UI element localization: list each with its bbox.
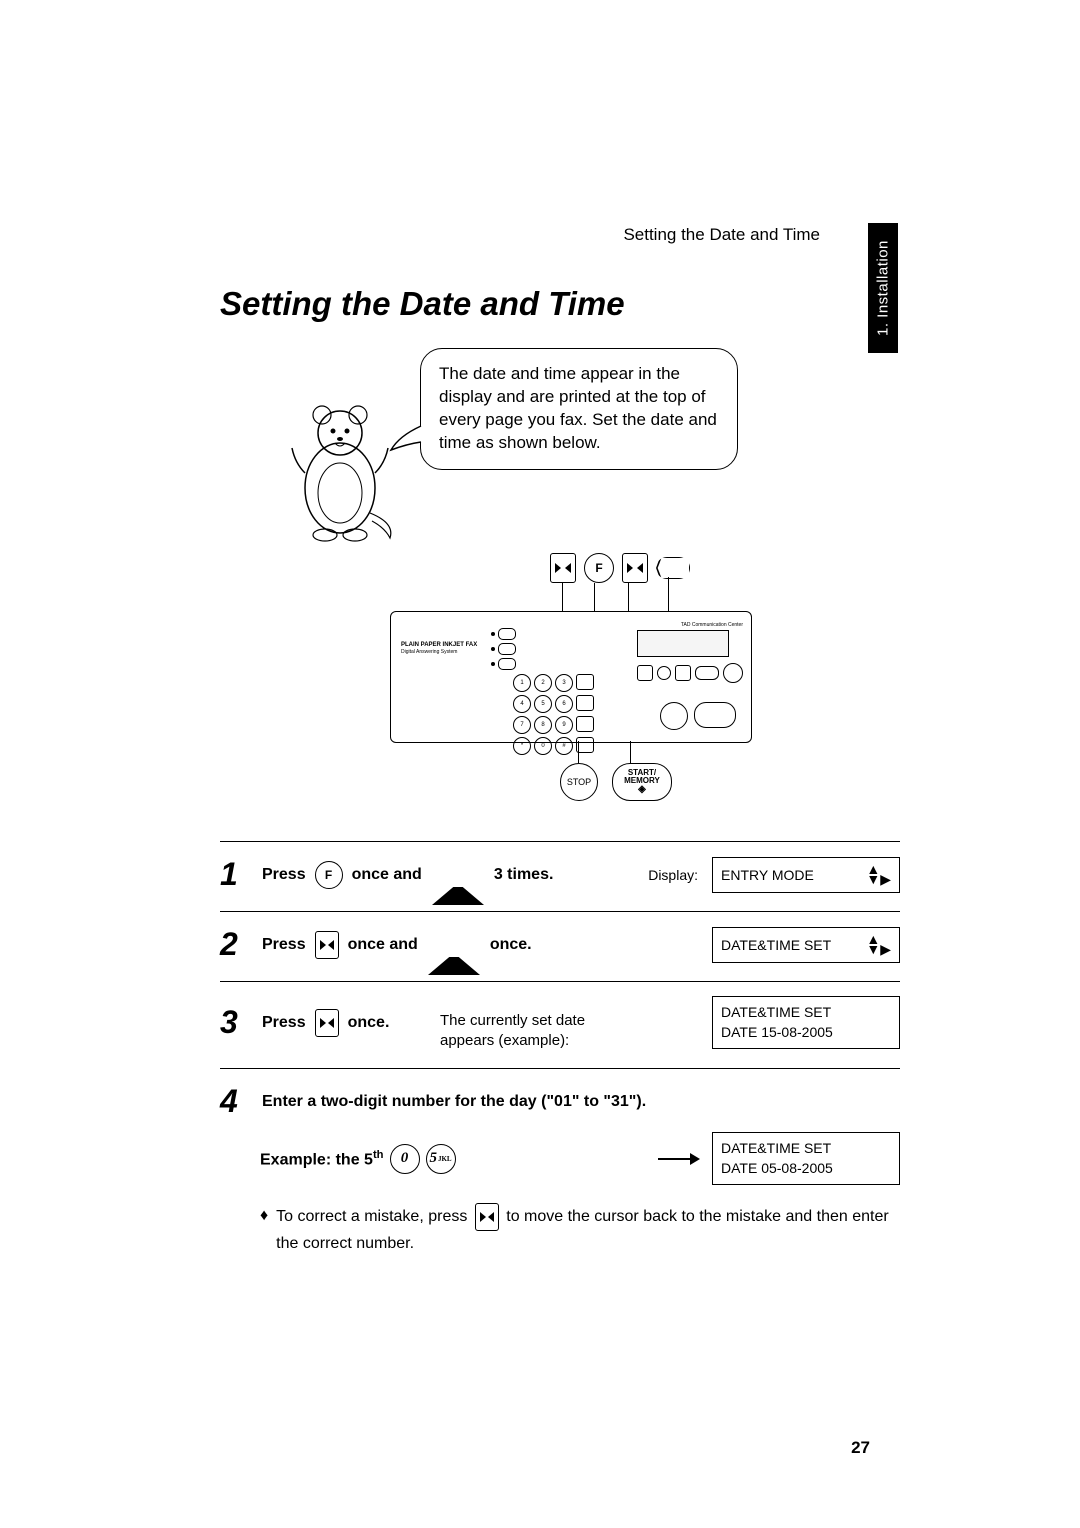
speech-tail <box>389 424 423 454</box>
step-text: Press <box>262 1014 306 1032</box>
step-number: 2 <box>220 926 256 963</box>
page-title: Setting the Date and Time <box>220 285 900 323</box>
f-key-icon: F <box>315 861 343 889</box>
step-3: 3 Press once. DATE&TIME SET DATE 15-08-2… <box>220 981 900 1068</box>
step-instruction: Enter a two-digit number for the day ("0… <box>262 1093 646 1111</box>
right-arrow-key-icon <box>622 553 648 583</box>
step-text: Press <box>262 936 306 954</box>
menu-triangle-key-icon <box>432 866 484 884</box>
step-number: 3 <box>220 1004 256 1041</box>
keypad-5-icon: 5JKL <box>426 1144 456 1174</box>
updown-arrows-icon: ▲▼▶ <box>866 865 891 885</box>
step-1: 1 Press F once and 3 times. Display: ENT… <box>220 841 900 911</box>
speech-text: The date and time appear in the display … <box>439 364 717 452</box>
updown-arrows-icon: ▲▼▶ <box>866 935 891 955</box>
step-number: 1 <box>220 856 256 893</box>
lcd-text: DATE&TIME SET <box>721 937 831 953</box>
start-memory-button-icon: START/ MEMORY ◈ <box>612 763 672 801</box>
lcd-line1: DATE&TIME SET <box>721 1139 891 1159</box>
step-4: 4 Enter a two-digit number for the day (… <box>220 1068 900 1275</box>
fax-machine-illustration: PLAIN PAPER INKJET FAX Digital Answering… <box>390 611 752 743</box>
correction-note: ♦ To correct a mistake, press to move th… <box>260 1203 900 1257</box>
lcd-display: ENTRY MODE ▲▼▶ <box>712 857 900 893</box>
lcd-line2: DATE 15-08-2005 <box>721 1023 891 1043</box>
keypad-0-icon: 0 <box>390 1144 420 1174</box>
right-arrow-key-icon <box>315 931 339 959</box>
step-text: once. <box>490 936 532 954</box>
f-key-icon: F <box>584 553 614 583</box>
lcd-display: DATE&TIME SET DATE 15-08-2005 <box>712 996 900 1049</box>
step-text: Press <box>262 866 306 884</box>
lcd-line1: DATE&TIME SET <box>721 1003 891 1023</box>
display-label: Display: <box>648 867 698 883</box>
running-header: Setting the Date and Time <box>623 225 820 245</box>
lcd-line2: DATE 05-08-2005 <box>721 1159 891 1179</box>
fax-model-label: PLAIN PAPER INKJET FAX <box>401 642 477 649</box>
example-label: Example: the 5th <box>260 1149 384 1169</box>
fax-model-sublabel: Digital Answering System <box>401 649 477 655</box>
page-number: 27 <box>851 1438 870 1458</box>
step-text: 3 times. <box>494 866 554 884</box>
arrow-right-icon <box>658 1158 698 1160</box>
step-number: 4 <box>220 1083 256 1120</box>
device-diagram: F PLAIN PAPER INKJET FAX Digital Answeri… <box>370 553 900 823</box>
stop-button-icon: STOP <box>560 763 598 801</box>
lcd-display: DATE&TIME SET ▲▼▶ <box>712 927 900 963</box>
speech-bubble: The date and time appear in the display … <box>420 348 738 470</box>
step-text: once. <box>348 1014 390 1032</box>
lcd-text: ENTRY MODE <box>721 867 814 883</box>
step-note: The currently set date appears (example)… <box>440 1011 610 1050</box>
left-arrow-key-icon <box>550 553 576 583</box>
lcd-display: DATE&TIME SET DATE 05-08-2005 <box>712 1132 900 1185</box>
mascot-illustration <box>280 393 400 543</box>
step-text: once and <box>352 866 422 884</box>
step-2: 2 Press once and once. DATE&TIME SET ▲▼▶ <box>220 911 900 981</box>
menu-key-icon <box>656 557 690 579</box>
left-arrow-key-icon <box>475 1203 499 1231</box>
step-text: once and <box>348 936 418 954</box>
menu-triangle-key-icon <box>428 936 480 954</box>
note-pre: To correct a mistake, press <box>276 1209 467 1226</box>
side-tab: 1. Installation <box>868 223 898 353</box>
right-arrow-key-icon <box>315 1009 339 1037</box>
